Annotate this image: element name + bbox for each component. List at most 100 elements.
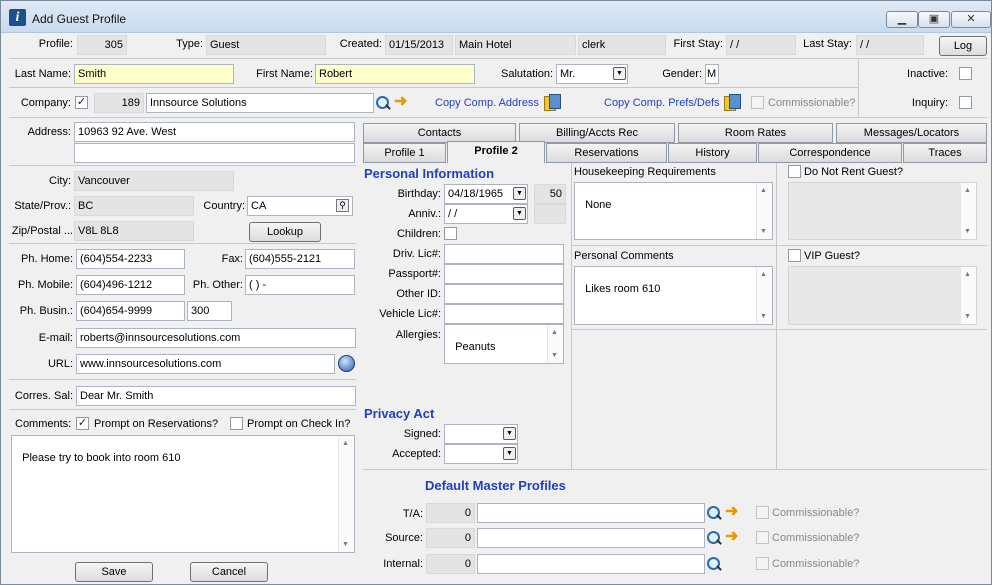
passport-input[interactable] — [444, 264, 564, 284]
copy-company-prefs-link[interactable]: Copy Comp. Prefs/Defs — [604, 97, 720, 109]
tab-messages[interactable]: Messages/Locators — [836, 123, 987, 143]
chevron-down-icon[interactable]: ▼ — [503, 427, 516, 440]
commissionable-checkbox[interactable] — [751, 96, 764, 109]
minimize-button[interactable]: ▁ — [886, 11, 918, 28]
housekeeping-label: Housekeeping Requirements — [574, 166, 716, 178]
mobile-phone-label: Ph. Mobile: — [17, 279, 73, 291]
other-id-input[interactable] — [444, 284, 564, 304]
search-icon[interactable] — [707, 557, 721, 571]
vip-guest-checkbox[interactable] — [788, 249, 801, 262]
tab-contacts[interactable]: Contacts — [363, 123, 516, 143]
prompt-checkin-checkbox[interactable] — [230, 417, 243, 430]
company-name-input[interactable]: Innsource Solutions — [146, 93, 374, 113]
lookup-button[interactable]: Lookup — [249, 222, 321, 242]
mobile-phone-input[interactable]: (604)496-1212 — [76, 275, 185, 295]
last-name-input[interactable]: Smith — [74, 64, 234, 84]
business-ext-input[interactable]: 300 — [187, 301, 232, 321]
vip-guest-textarea[interactable]: ▲ ▼ — [788, 266, 977, 325]
email-input[interactable]: roberts@innsourcesolutions.com — [76, 328, 356, 348]
copy-icon[interactable] — [544, 94, 561, 111]
window-title: Add Guest Profile — [32, 12, 127, 26]
personal-comments-textarea[interactable]: Likes room 610 ▲ ▼ — [574, 266, 773, 325]
log-button[interactable]: Log — [939, 36, 987, 56]
scrollbar[interactable]: ▲ ▼ — [338, 436, 354, 552]
chevron-down-icon[interactable]: ▼ — [513, 187, 526, 200]
chevron-down-icon[interactable]: ▼ — [513, 207, 526, 220]
url-input[interactable]: www.innsourcesolutions.com — [76, 354, 335, 374]
search-icon[interactable] — [707, 506, 721, 520]
divider — [776, 163, 777, 469]
cancel-button[interactable]: Cancel — [190, 562, 268, 582]
scrollbar[interactable]: ▲ ▼ — [756, 183, 772, 239]
tab-history[interactable]: History — [668, 143, 757, 163]
home-phone-input[interactable]: (604)554-2233 — [76, 249, 185, 269]
copy-company-address-link[interactable]: Copy Comp. Address — [435, 97, 539, 109]
internal-label: Internal: — [383, 558, 423, 570]
accepted-label: Accepted: — [392, 448, 441, 460]
select-arrow-icon[interactable]: ➜ — [394, 94, 412, 110]
do-not-rent-textarea[interactable]: ▲ ▼ — [788, 182, 977, 240]
city-field: Vancouver — [74, 171, 234, 191]
default-master-profiles-heading: Default Master Profiles — [425, 478, 566, 493]
inactive-checkbox[interactable] — [959, 67, 972, 80]
tab-traces[interactable]: Traces — [903, 143, 987, 163]
tab-profile-1[interactable]: Profile 1 — [363, 143, 446, 163]
other-phone-input[interactable]: ( ) - — [245, 275, 355, 295]
globe-icon[interactable] — [338, 355, 355, 372]
prompt-reservations-checkbox[interactable]: ✓ — [76, 417, 89, 430]
save-button[interactable]: Save — [75, 562, 153, 582]
address-line2-input[interactable] — [74, 143, 355, 163]
comments-textarea[interactable]: Please try to book into room 610 ▲ ▼ — [11, 435, 355, 553]
tab-room-rates[interactable]: Room Rates — [678, 123, 833, 143]
children-checkbox[interactable] — [444, 227, 457, 240]
tab-reservations[interactable]: Reservations — [546, 143, 667, 163]
allergies-textarea[interactable]: Peanuts ▲ ▼ — [444, 324, 564, 364]
corres-sal-label: Corres. Sal: — [14, 390, 73, 402]
inquiry-label: Inquiry: — [911, 97, 948, 109]
tab-profile-2[interactable]: Profile 2 — [447, 141, 545, 163]
vehicle-license-input[interactable] — [444, 304, 564, 324]
source-commissionable-label: Commissionable? — [772, 532, 860, 544]
internal-commissionable-checkbox[interactable] — [756, 557, 769, 570]
first-name-input[interactable]: Robert — [315, 64, 475, 84]
select-arrow-icon[interactable]: ➜ — [725, 504, 743, 520]
drivers-license-input[interactable] — [444, 244, 564, 264]
do-not-rent-label: Do Not Rent Guest? — [804, 166, 904, 178]
tab-correspondence[interactable]: Correspondence — [758, 143, 902, 163]
prompt-checkin-label: Prompt on Check In? — [247, 418, 351, 430]
copy-icon[interactable] — [724, 94, 741, 111]
ta-commissionable-checkbox[interactable] — [756, 506, 769, 519]
prompt-reservations-label: Prompt on Reservations? — [94, 418, 219, 430]
housekeeping-textarea[interactable]: None ▲ ▼ — [574, 182, 773, 240]
tab-billing[interactable]: Billing/Accts Rec — [519, 123, 675, 143]
source-name-input[interactable] — [477, 528, 705, 548]
search-icon[interactable] — [376, 96, 390, 110]
select-arrow-icon[interactable]: ➜ — [725, 529, 743, 545]
scrollbar[interactable]: ▲ ▼ — [756, 267, 772, 324]
maximize-button[interactable]: ▣ — [918, 11, 950, 28]
close-button[interactable]: ✕ — [951, 11, 991, 28]
lookup-icon[interactable]: ⚲ — [336, 199, 349, 212]
fax-input[interactable]: (604)555-2121 — [245, 249, 355, 269]
chevron-down-icon[interactable]: ▼ — [503, 447, 516, 460]
do-not-rent-checkbox[interactable] — [788, 165, 801, 178]
scrollbar[interactable]: ▲ ▼ — [547, 325, 563, 363]
source-commissionable-checkbox[interactable] — [756, 531, 769, 544]
divider — [9, 87, 858, 88]
first-stay-field: / / — [726, 35, 796, 55]
add-guest-profile-window: i Add Guest Profile ▁ ▣ ✕ Profile: 305 T… — [0, 0, 992, 585]
scrollbar[interactable]: ▲ ▼ — [960, 267, 976, 324]
search-icon[interactable] — [707, 531, 721, 545]
business-phone-input[interactable]: (604)654-9999 — [76, 301, 185, 321]
allergies-text: Peanuts — [455, 341, 496, 353]
internal-name-input[interactable] — [477, 554, 705, 574]
gender-input[interactable]: M — [705, 64, 719, 84]
ta-name-input[interactable] — [477, 503, 705, 523]
scrollbar[interactable]: ▲ ▼ — [960, 183, 976, 239]
corres-sal-input[interactable]: Dear Mr. Smith — [76, 386, 356, 406]
address-line1-input[interactable]: 10963 92 Ave. West — [74, 122, 355, 142]
company-checkbox[interactable]: ✓ — [75, 96, 88, 109]
chevron-down-icon[interactable]: ▼ — [613, 67, 626, 80]
inquiry-checkbox[interactable] — [959, 96, 972, 109]
profile-number-field: 305 — [77, 35, 127, 55]
